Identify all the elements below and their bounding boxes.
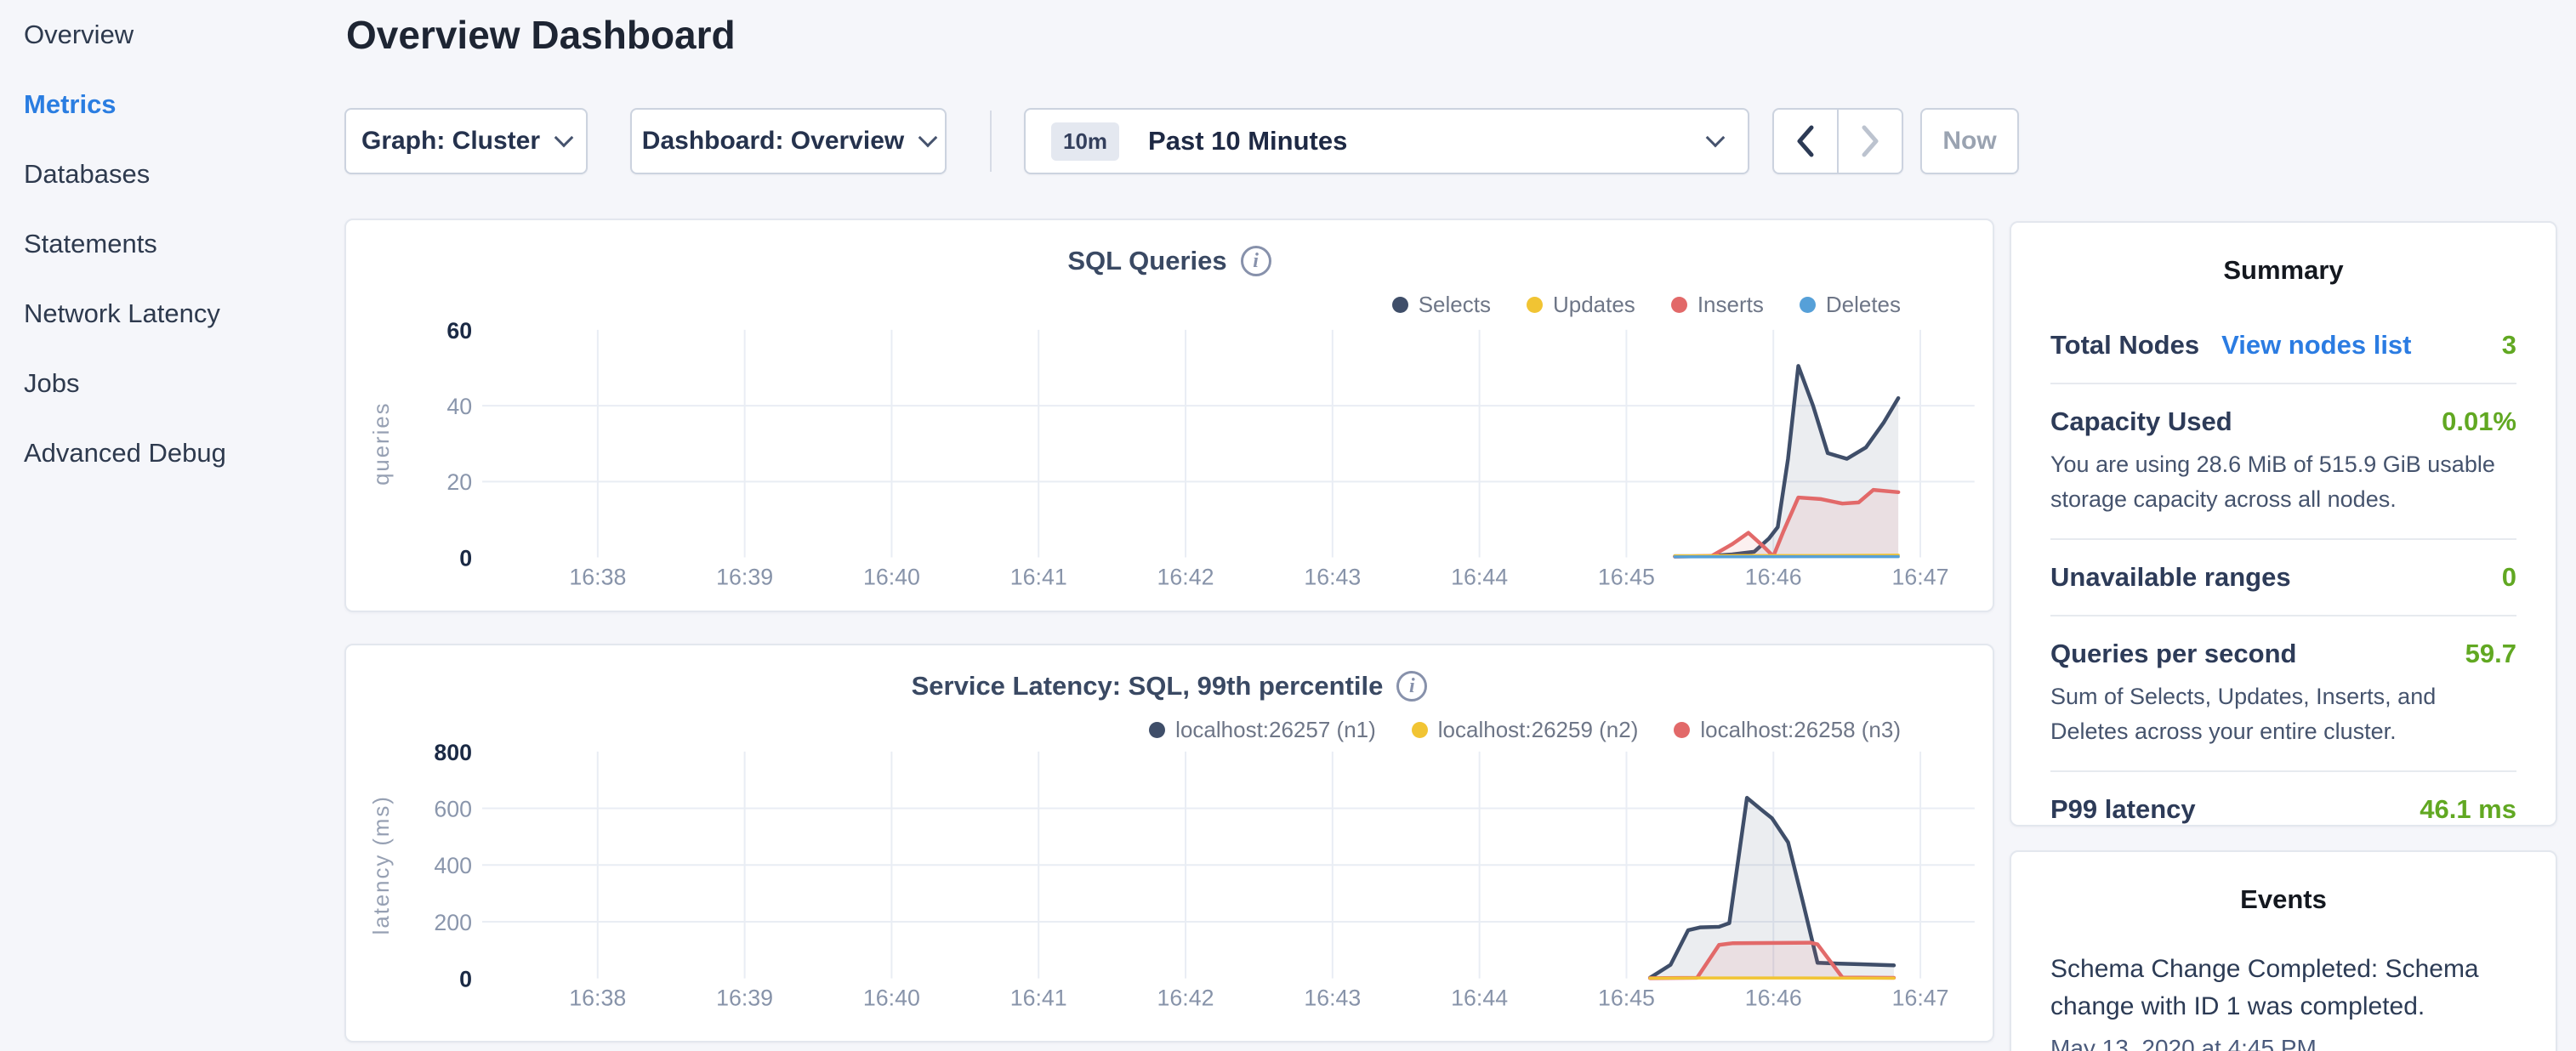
sidebar-item-advanced-debug[interactable]: Advanced Debug [0, 418, 344, 488]
summary-row: Capacity Used 0.01% [2050, 406, 2516, 437]
svg-text:400: 400 [434, 853, 472, 878]
chevron-down-icon [918, 128, 938, 148]
svg-text:queries: queries [370, 402, 394, 486]
dashboard-dropdown[interactable]: Dashboard: Overview [630, 108, 947, 174]
sql-queries-chart-card: SQL Queries i SelectsUpdatesInsertsDelet… [344, 219, 1994, 612]
svg-text:16:39: 16:39 [716, 564, 773, 589]
chevron-left-icon [1791, 121, 1820, 162]
summary-row-label: Total Nodes [2050, 330, 2199, 361]
summary-row-note: You are using 28.6 MiB of 515.9 GiB usab… [2050, 447, 2516, 516]
event-text: Schema Change Completed: Schema change w… [2050, 951, 2516, 1025]
sidebar-item-network-latency[interactable]: Network Latency [0, 279, 344, 349]
summary-row-label: Capacity Used [2050, 406, 2232, 437]
summary-row-label: Unavailable ranges [2050, 562, 2291, 593]
graph-scope-dropdown[interactable]: Graph: Cluster [344, 108, 588, 174]
sidebar-item-overview[interactable]: Overview [0, 0, 344, 70]
summary-row-value: 59.7 [2465, 639, 2516, 669]
svg-text:16:47: 16:47 [1892, 564, 1949, 589]
svg-text:16:46: 16:46 [1745, 985, 1802, 1010]
svg-text:16:40: 16:40 [863, 564, 920, 589]
summary-row: Unavailable ranges 0 [2050, 562, 2516, 593]
sidebar-item-metrics[interactable]: Metrics [0, 70, 344, 139]
time-range-label: Past 10 Minutes [1148, 126, 1347, 156]
summary-row: P99 latency 46.1 ms [2050, 794, 2516, 825]
svg-text:16:44: 16:44 [1451, 985, 1508, 1010]
divider [2050, 538, 2516, 540]
events-panel: Events Schema Change Completed: Schema c… [2010, 850, 2557, 1051]
time-step-buttons [1772, 108, 1903, 174]
svg-text:20: 20 [446, 469, 472, 495]
service-latency-chart[interactable]: 16:38 16:39 16:40 16:41 16:42 16:43 16:44 16:45… [346, 645, 1993, 1041]
time-range-badge: 10m [1051, 122, 1119, 161]
event-item[interactable]: Schema Change Completed: Schema change w… [2011, 951, 2556, 1051]
summary-title: Summary [2011, 255, 2556, 286]
service-latency-chart-card: Service Latency: SQL, 99th percentile i … [344, 644, 1994, 1042]
svg-text:latency (ms): latency (ms) [370, 795, 394, 935]
chevron-down-icon [1706, 128, 1726, 148]
summary-row-value: 0.01% [2442, 406, 2516, 437]
sidebar-nav: OverviewMetricsDatabasesStatementsNetwor… [0, 0, 344, 1051]
sql-queries-chart[interactable]: 16:38 16:39 16:40 16:41 16:42 16:43 16:44 16:45… [346, 220, 1993, 611]
dashboard-label: Dashboard: Overview [642, 127, 904, 156]
divider [2050, 770, 2516, 772]
svg-text:0: 0 [459, 545, 472, 571]
svg-text:16:43: 16:43 [1304, 985, 1361, 1010]
svg-text:16:38: 16:38 [569, 564, 626, 589]
svg-text:0: 0 [459, 967, 472, 992]
svg-text:60: 60 [446, 318, 472, 344]
summary-panel: Summary Total Nodes View nodes list 3 Capac… [2010, 221, 2557, 827]
toolbar-divider [990, 111, 992, 172]
svg-text:16:45: 16:45 [1598, 564, 1655, 589]
summary-body: Total Nodes View nodes list 3 Capacity Used… [2011, 330, 2556, 825]
summary-row-value: 3 [2502, 330, 2516, 361]
now-button-label: Now [1942, 127, 1996, 156]
step-forward-button[interactable] [1837, 110, 1902, 173]
event-timestamp: May 13, 2020 at 4:45 PM [2050, 1035, 2516, 1051]
divider [2050, 615, 2516, 616]
svg-text:16:38: 16:38 [569, 985, 626, 1010]
svg-text:16:43: 16:43 [1304, 564, 1361, 589]
page-title: Overview Dashboard [346, 12, 736, 58]
divider [2050, 383, 2516, 384]
now-button[interactable]: Now [1920, 108, 2019, 174]
summary-row-note: Sum of Selects, Updates, Inserts, and De… [2050, 679, 2516, 748]
summary-row: Total Nodes View nodes list 3 [2050, 330, 2516, 361]
svg-text:16:39: 16:39 [716, 985, 773, 1010]
svg-text:200: 200 [434, 910, 472, 935]
view-nodes-list-link[interactable]: View nodes list [2221, 330, 2411, 361]
summary-row-label: Queries per second [2050, 639, 2296, 669]
time-range-dropdown[interactable]: 10m Past 10 Minutes [1024, 108, 1749, 174]
chevron-right-icon [1856, 121, 1885, 162]
summary-row-value: 0 [2502, 562, 2516, 593]
svg-text:16:42: 16:42 [1157, 985, 1214, 1010]
svg-text:16:42: 16:42 [1157, 564, 1214, 589]
chevron-down-icon [554, 128, 574, 148]
step-back-button[interactable] [1774, 110, 1837, 173]
app-window: OverviewMetricsDatabasesStatementsNetwor… [0, 0, 2576, 1051]
svg-text:16:44: 16:44 [1451, 564, 1508, 589]
events-body: Schema Change Completed: Schema change w… [2011, 951, 2556, 1051]
svg-text:16:41: 16:41 [1010, 564, 1067, 589]
summary-row: Queries per second 59.7 [2050, 639, 2516, 669]
events-title: Events [2011, 884, 2556, 915]
svg-text:600: 600 [434, 797, 472, 822]
svg-text:16:47: 16:47 [1892, 985, 1949, 1010]
sidebar-item-statements[interactable]: Statements [0, 209, 344, 279]
svg-text:16:41: 16:41 [1010, 985, 1067, 1010]
summary-row-value: 46.1 ms [2420, 794, 2516, 825]
svg-text:16:45: 16:45 [1598, 985, 1655, 1010]
svg-text:16:46: 16:46 [1745, 564, 1802, 589]
summary-row-label: P99 latency [2050, 794, 2196, 825]
svg-text:16:40: 16:40 [863, 985, 920, 1010]
sidebar-item-jobs[interactable]: Jobs [0, 349, 344, 418]
svg-text:800: 800 [434, 740, 472, 765]
svg-text:40: 40 [446, 394, 472, 419]
graph-scope-label: Graph: Cluster [361, 127, 540, 156]
sidebar-item-databases[interactable]: Databases [0, 139, 344, 209]
